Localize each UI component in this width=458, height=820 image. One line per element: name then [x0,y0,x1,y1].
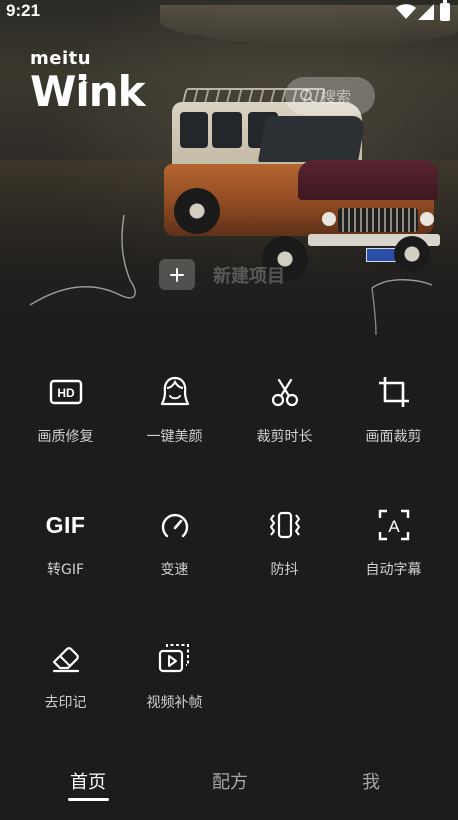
sparkle-icon: ✦ [79,76,90,90]
brand-meitu: meitu [30,48,92,69]
tool-label: 防抖 [270,562,299,578]
tool-label: 画质修复 [37,429,94,445]
new-project-button[interactable]: 新建项目 [159,259,285,290]
tool-label: 画面裁剪 [365,429,422,445]
tool-hd-repair[interactable]: HD 画质修复 [11,372,120,446]
tool-speed[interactable]: 变速 [120,505,229,579]
tool-label: 去印记 [44,695,87,711]
search-button[interactable]: 搜索 [285,77,375,115]
tool-beauty[interactable]: 一键美颜 [120,372,229,446]
face-icon [155,372,195,412]
tool-stabilize[interactable]: 防抖 [230,505,339,579]
status-bar: 9:21 [0,0,458,24]
new-project-label: 新建项目 [213,265,285,287]
crop-icon [374,372,414,412]
tool-frame-interpolation[interactable]: 视频补帧 [120,638,229,712]
tool-label: 裁剪时长 [256,429,313,445]
nav-me[interactable]: 我 [331,768,411,794]
svg-text:HD: HD [57,386,75,400]
app-logo: meitu Wink ✦ [30,48,146,116]
plus-icon[interactable] [159,259,195,290]
hd-icon: HD [46,372,86,412]
battery-icon [440,0,450,21]
tool-label: 一键美颜 [146,429,203,445]
tool-crop[interactable]: 画面裁剪 [339,372,448,446]
tool-remove-watermark[interactable]: 去印记 [11,638,120,712]
eraser-icon [46,638,86,678]
svg-text:A: A [388,517,400,536]
nav-recipes[interactable]: 配方 [190,768,270,794]
nav-home[interactable]: 首页 [48,768,128,794]
tool-label: 变速 [160,562,189,578]
tool-label: 转GIF [46,562,85,578]
subtitle-icon: A [374,505,414,545]
bottom-navigation: 首页 配方 我 [0,750,458,820]
tool-trim[interactable]: 裁剪时长 [230,372,339,446]
nav-active-indicator [68,798,109,801]
stabilize-icon [265,505,305,545]
tool-auto-subtitle[interactable]: A 自动字幕 [339,505,448,579]
tool-to-gif[interactable]: GIF 转GIF [11,505,120,579]
signal-icon [418,4,434,20]
tool-label: 自动字幕 [365,562,422,578]
status-time: 9:21 [6,1,41,20]
scissors-icon [265,372,305,412]
tool-label: 视频补帧 [146,695,203,711]
speedometer-icon [155,505,195,545]
frame-interpolation-icon [155,638,195,678]
search-icon [300,89,315,104]
search-placeholder: 搜索 [321,87,352,106]
gif-icon: GIF [45,511,86,538]
wifi-icon [396,4,416,19]
